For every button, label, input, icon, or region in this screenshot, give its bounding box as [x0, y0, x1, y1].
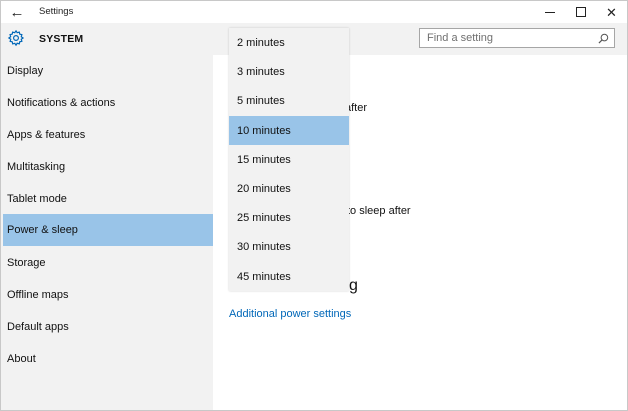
- sidebar-item-display[interactable]: Display: [3, 55, 213, 87]
- dropdown-option[interactable]: 2 minutes: [229, 28, 349, 57]
- sidebar-item-offline-maps[interactable]: Offline maps: [3, 279, 213, 311]
- dropdown-option-selected[interactable]: 10 minutes: [229, 116, 349, 145]
- dropdown-option[interactable]: 45 minutes: [229, 262, 349, 291]
- window-title: Settings: [39, 6, 74, 17]
- title-bar: ← Settings ✕: [1, 1, 627, 23]
- search-icon[interactable]: [598, 33, 609, 44]
- dropdown-option[interactable]: 30 minutes: [229, 232, 349, 261]
- related-settings-heading-fragment: g: [349, 277, 358, 294]
- sidebar-item-default-apps[interactable]: Default apps: [3, 311, 213, 343]
- settings-window: ← Settings ✕ SYSTEM Find a setting Displ…: [0, 0, 628, 411]
- maximize-button[interactable]: [565, 1, 596, 23]
- sidebar-item-apps-features[interactable]: Apps & features: [3, 119, 213, 151]
- close-icon: ✕: [606, 4, 617, 20]
- dropdown-option[interactable]: 20 minutes: [229, 174, 349, 203]
- back-arrow-icon[interactable]: ←: [7, 3, 27, 21]
- dropdown-option[interactable]: 25 minutes: [229, 203, 349, 232]
- search-input[interactable]: [427, 30, 597, 46]
- sidebar-item-notifications[interactable]: Notifications & actions: [3, 87, 213, 119]
- dropdown-option[interactable]: 15 minutes: [229, 145, 349, 174]
- sidebar-item-tablet-mode[interactable]: Tablet mode: [3, 183, 213, 215]
- sidebar-item-power-sleep[interactable]: Power & sleep: [3, 214, 213, 246]
- sidebar-item-about[interactable]: About: [3, 343, 213, 375]
- dropdown-option[interactable]: 5 minutes: [229, 86, 349, 115]
- sidebar-item-multitasking[interactable]: Multitasking: [3, 151, 213, 183]
- timeout-dropdown-list: 2 minutes 3 minutes 5 minutes 10 minutes…: [229, 28, 349, 291]
- window-controls: ✕: [534, 1, 627, 23]
- minimize-button[interactable]: [534, 1, 565, 23]
- sidebar: Display Notifications & actions Apps & f…: [1, 55, 213, 410]
- sleep-timeout-label-fragment: to sleep after: [347, 205, 411, 217]
- close-button[interactable]: ✕: [596, 1, 627, 23]
- search-box[interactable]: [419, 28, 615, 48]
- minimize-icon: [544, 11, 555, 13]
- gear-icon: [7, 29, 25, 47]
- maximize-icon: [575, 7, 586, 17]
- additional-power-settings-link[interactable]: Additional power settings: [229, 308, 351, 320]
- dropdown-option[interactable]: 3 minutes: [229, 57, 349, 86]
- section-title: SYSTEM: [39, 33, 84, 45]
- sidebar-item-storage[interactable]: Storage: [3, 247, 213, 279]
